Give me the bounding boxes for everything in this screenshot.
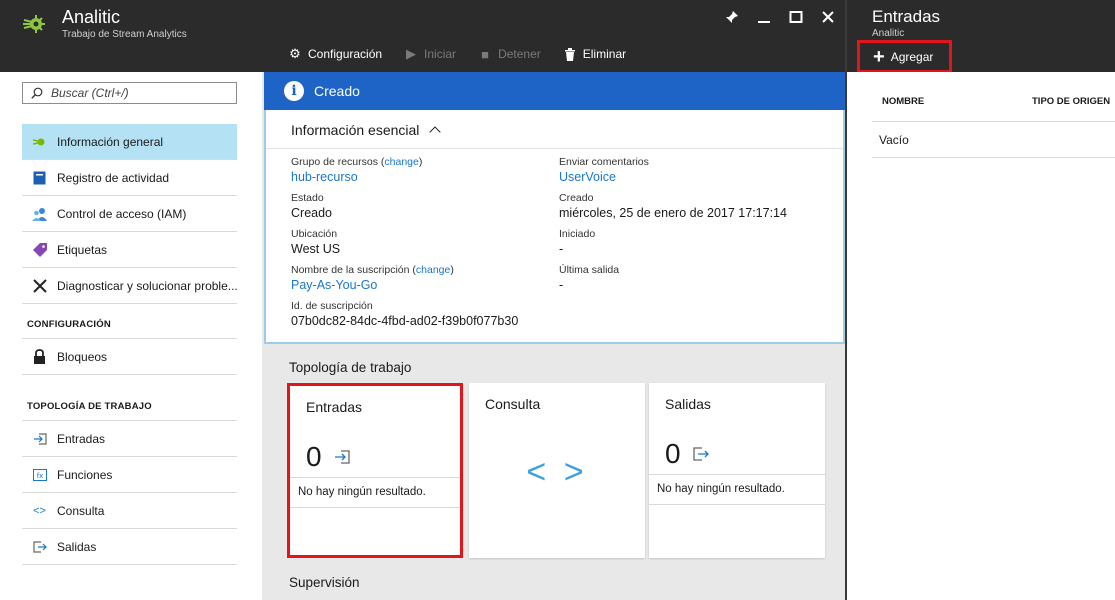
sidebar-item-query[interactable]: <> Consulta (22, 493, 237, 529)
input-icon (335, 450, 350, 464)
app-title: Analitic (62, 7, 121, 27)
plus-icon: + (873, 45, 885, 68)
sidebar-item-overview[interactable]: Información general (22, 124, 237, 160)
status-banner: i Creado (264, 72, 845, 110)
essentials-toggle[interactable]: Información esencial (291, 122, 442, 138)
job-blade-content: i Creado Información esencial Grupo de r… (262, 72, 845, 600)
app-subtitle: Trabajo de Stream Analytics (62, 29, 187, 40)
state-field: Estado Creado (291, 192, 332, 220)
tag-icon (32, 242, 47, 257)
sidebar-item-access-control[interactable]: Control de acceso (IAM) (22, 196, 237, 232)
divider (872, 121, 1115, 122)
inputs-blade: NOMBRE TIPO DE ORIGEN Vacío (847, 72, 1115, 600)
maximize-icon[interactable] (786, 7, 806, 27)
input-icon (32, 431, 47, 446)
inputs-blade-subtitle: Analitic (872, 28, 905, 39)
wrench-icon (32, 278, 47, 293)
query-tile[interactable]: Consulta < > (469, 383, 645, 558)
search-icon (31, 87, 43, 99)
stream-analytics-icon (32, 134, 47, 149)
start-button[interactable]: ▶ Iniciar (404, 46, 456, 61)
trash-icon (563, 47, 577, 61)
output-icon (32, 539, 47, 554)
uservoice-link[interactable]: UserVoice (559, 170, 649, 184)
topology-title: Topología de trabajo (289, 360, 412, 375)
sidebar-item-functions[interactable]: fx Funciones (22, 457, 237, 493)
divider (649, 474, 825, 475)
change-resource-group-link[interactable]: change (384, 156, 418, 168)
close-icon[interactable] (818, 7, 838, 27)
divider (290, 477, 460, 478)
outputs-count: 0 (665, 438, 681, 469)
code-icon: <> (33, 504, 46, 517)
sidebar-item-activity-log[interactable]: Registro de actividad (22, 160, 237, 196)
inputs-tile[interactable]: Entradas 0 No hay ningún resultado. (287, 383, 463, 558)
sidebar-item-diagnose[interactable]: Diagnosticar y solucionar proble... (22, 268, 237, 304)
sidebar-item-locks[interactable]: Bloqueos (22, 339, 237, 375)
subscription-link[interactable]: Pay-As-You-Go (291, 278, 454, 292)
last-output-field: Última salida - (559, 264, 620, 292)
divider (872, 157, 1115, 158)
function-icon: fx (32, 467, 47, 482)
inputs-count: 0 (306, 441, 322, 472)
delete-button[interactable]: Eliminar (563, 47, 626, 61)
stop-button[interactable]: ■ Detener (478, 46, 541, 62)
output-icon (693, 447, 709, 461)
chevron-up-icon (429, 126, 442, 138)
nav-main: Información general Registro de activida… (22, 124, 237, 304)
pin-icon[interactable] (722, 7, 742, 27)
location-field: Ubicación West US (291, 228, 341, 256)
toolbar: ⚙ Configuración ▶ Iniciar ■ Detener Elim… (288, 46, 626, 62)
resource-group-field: Grupo de recursos (change) hub-recurso (291, 156, 423, 184)
created-field: Creado miércoles, 25 de enero de 2017 17… (559, 192, 787, 220)
sidebar-item-outputs[interactable]: Salidas (22, 529, 237, 565)
resource-group-link[interactable]: hub-recurso (291, 170, 422, 184)
sidebar-item-tags[interactable]: Etiquetas (22, 232, 237, 268)
nav-configuration: CONFIGURACIÓN Bloqueos (22, 313, 237, 375)
divider (290, 507, 460, 508)
stop-icon: ■ (481, 46, 489, 62)
sidebar-item-inputs[interactable]: Entradas (22, 421, 237, 457)
add-input-button[interactable]: + Agregar (857, 40, 952, 73)
svg-text:fx: fx (36, 472, 43, 480)
search-input[interactable]: Buscar (Ctrl+/) (22, 82, 237, 104)
play-icon: ▶ (406, 46, 417, 61)
inputs-blade-title: Entradas (872, 7, 941, 26)
lock-icon (32, 349, 47, 364)
activity-log-icon (32, 170, 47, 185)
nav-topology: TOPOLOGÍA DE TRABAJO Entradas fx Funcion… (22, 395, 237, 565)
essentials-panel: Información esencial Grupo de recursos (… (264, 110, 845, 344)
column-header-source-type[interactable]: TIPO DE ORIGEN (1032, 96, 1110, 107)
gear-icon: ⚙ (289, 46, 301, 61)
section-header-configuration: CONFIGURACIÓN (22, 313, 237, 339)
info-icon: i (284, 81, 304, 101)
change-subscription-link[interactable]: change (416, 264, 450, 276)
minimize-icon[interactable] (754, 7, 774, 27)
column-header-name[interactable]: NOMBRE (882, 96, 924, 107)
code-icon: < > (526, 453, 588, 491)
job-blade-header: Analitic Trabajo de Stream Analytics ⚙ C… (0, 0, 846, 72)
divider (649, 504, 825, 505)
subscription-field: Nombre de la suscripción (change) Pay-As… (291, 264, 454, 292)
started-field: Iniciado - (559, 228, 596, 256)
feedback-field: Enviar comentarios UserVoice (559, 156, 649, 184)
configuration-button[interactable]: ⚙ Configuración (288, 46, 382, 61)
sidebar: Buscar (Ctrl+/) Información general Regi… (0, 72, 262, 600)
divider (266, 148, 843, 149)
stream-analytics-logo (23, 15, 45, 33)
users-icon (32, 206, 47, 221)
monitoring-title: Supervisión (289, 575, 360, 590)
subscription-id-field: Id. de suscripción 07b0dc82-84dc-4fbd-ad… (291, 300, 519, 328)
empty-list-text: Vacío (879, 133, 909, 147)
inputs-blade-header: Entradas Analitic + Agregar (847, 0, 1115, 73)
outputs-tile[interactable]: Salidas 0 No hay ningún resultado. (649, 383, 825, 558)
section-header-topology: TOPOLOGÍA DE TRABAJO (22, 395, 237, 421)
